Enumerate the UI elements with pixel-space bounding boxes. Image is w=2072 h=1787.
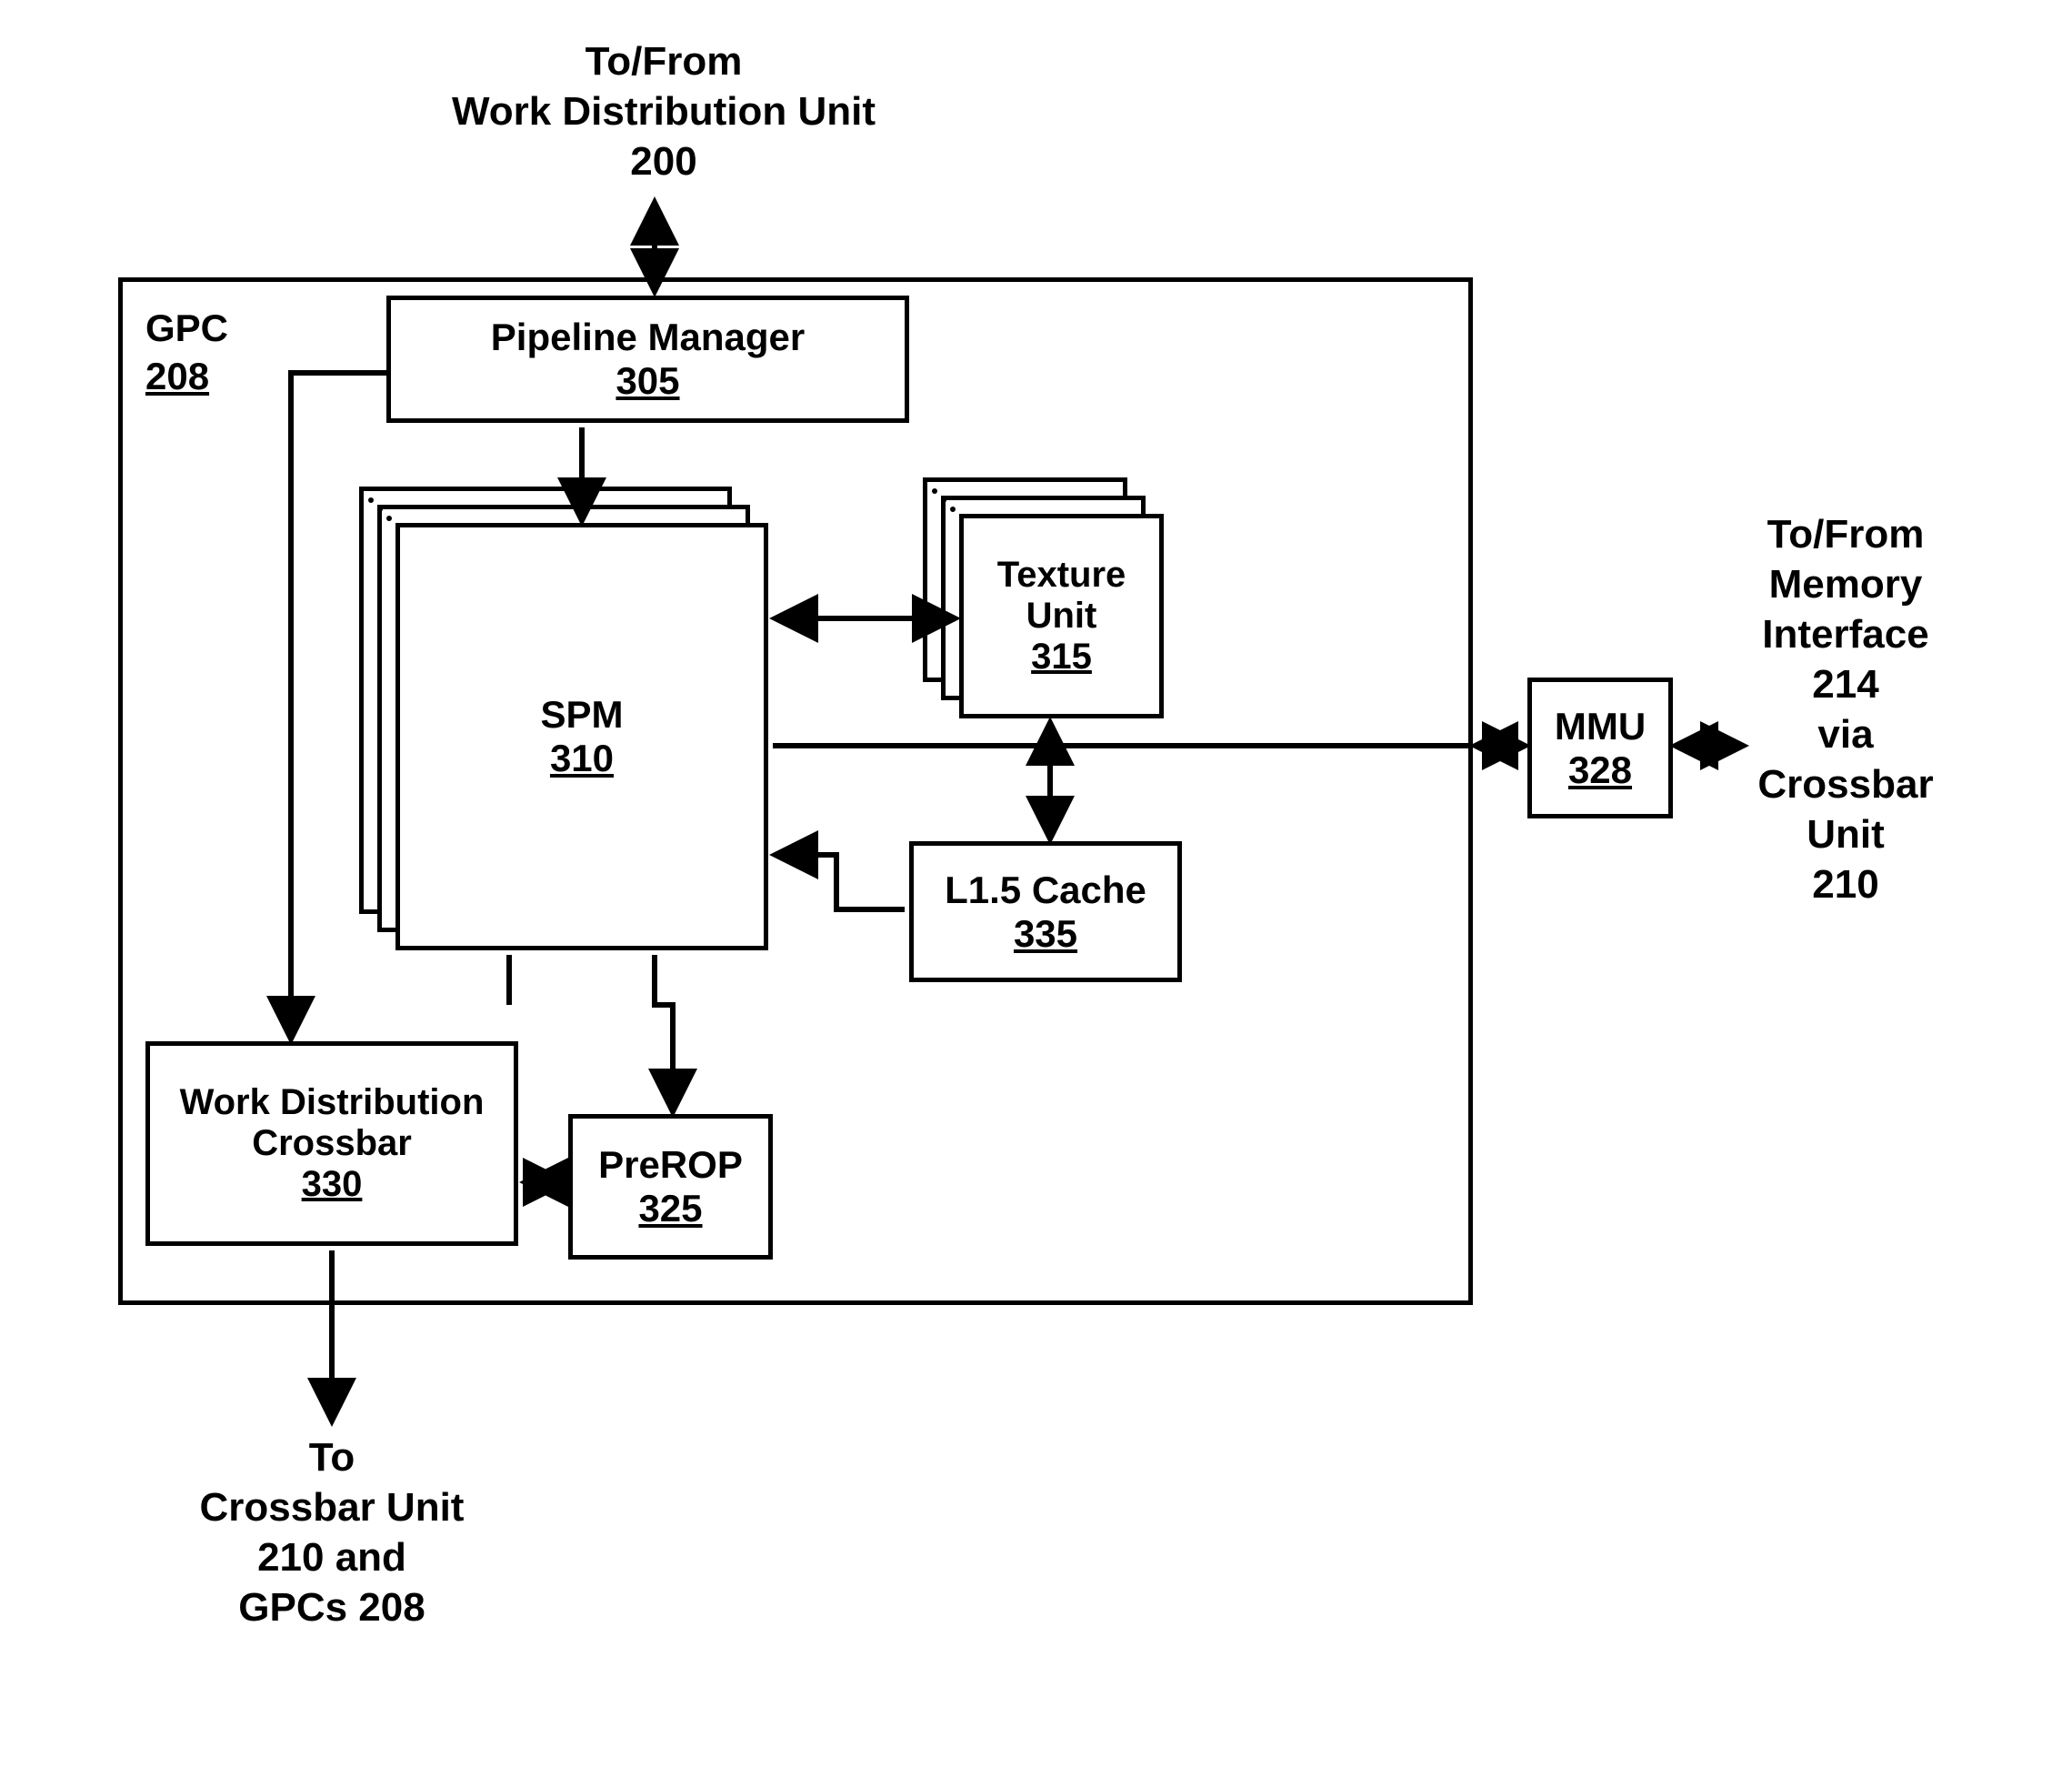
prerop-label: PreROP	[598, 1143, 743, 1187]
right-line1: To/From	[1727, 509, 1964, 559]
prerop-box: PreROP 325	[568, 1114, 773, 1260]
right-line6: Crossbar	[1727, 759, 1964, 809]
right-line2: Memory	[1727, 559, 1964, 609]
texture-num: 315	[1031, 637, 1092, 678]
bottom-label: To Crossbar Unit 210 and GPCs 208	[173, 1432, 491, 1632]
diagram-canvas: To/From Work Distribution Unit 200 GPC 2…	[0, 0, 2072, 1787]
right-line3: Interface	[1727, 609, 1964, 659]
top-line1: To/From	[409, 36, 918, 86]
spm-box: SPM 310	[395, 523, 768, 950]
bottom-line4: GPCs 208	[173, 1582, 491, 1632]
gpc-num: 208	[145, 353, 228, 401]
top-num: 200	[409, 136, 918, 186]
right-line8: 210	[1727, 859, 1964, 909]
wdx-line1: Work Distribution	[180, 1082, 485, 1123]
pipeline-manager-box: Pipeline Manager 305	[386, 296, 909, 423]
prerop-num: 325	[638, 1187, 702, 1230]
spm-label: SPM	[540, 693, 623, 737]
top-line2: Work Distribution Unit	[409, 86, 918, 136]
right-label: To/From Memory Interface 214 via Crossba…	[1727, 509, 1964, 909]
wdx-line2: Crossbar	[252, 1123, 412, 1164]
spm-num: 310	[550, 737, 614, 780]
mmu-num: 328	[1568, 748, 1632, 792]
bottom-line3: 210 and	[173, 1532, 491, 1582]
l15-cache-box: L1.5 Cache 335	[909, 841, 1182, 982]
cache-num: 335	[1014, 912, 1077, 956]
gpc-text: GPC	[145, 305, 228, 353]
pipeline-num: 305	[616, 359, 679, 403]
wdx-num: 330	[302, 1164, 363, 1205]
bottom-line2: Crossbar Unit	[173, 1482, 491, 1532]
work-distribution-crossbar-box: Work Distribution Crossbar 330	[145, 1041, 518, 1246]
texture-line2: Unit	[1026, 596, 1097, 637]
right-line7: Unit	[1727, 809, 1964, 859]
cache-label: L1.5 Cache	[945, 868, 1146, 912]
pipeline-label: Pipeline Manager	[491, 316, 805, 359]
bottom-line1: To	[173, 1432, 491, 1482]
right-line4: 214	[1727, 659, 1964, 709]
texture-line1: Texture	[997, 555, 1126, 596]
mmu-box: MMU 328	[1527, 678, 1673, 818]
top-label: To/From Work Distribution Unit 200	[409, 36, 918, 186]
gpc-label: GPC 208	[145, 305, 228, 400]
right-line5: via	[1727, 709, 1964, 759]
mmu-label: MMU	[1555, 705, 1646, 748]
texture-unit-box: Texture Unit 315	[959, 514, 1164, 718]
